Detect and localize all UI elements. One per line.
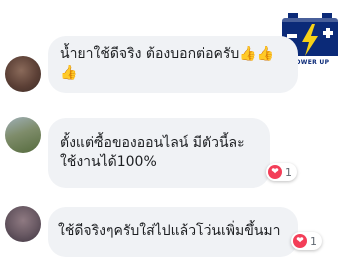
comment-bubble: น้ำยาใช้ดีจริง ต้องบอกต่อครับ👍👍👍 xyxy=(48,36,298,93)
comment-text: น้ำยาใช้ดีจริง ต้องบอกต่อครับ👍👍👍 xyxy=(60,46,275,81)
avatar[interactable] xyxy=(5,117,41,153)
comment-text: ตั้งแต่ซื้อของออนไลน์ มีตัวนี้ละใช้งานได… xyxy=(60,135,245,170)
comment-text: ใช้ดีจริงๆครับใส่ไปแล้วโว่นเพิ่มขึ้นมา xyxy=(58,223,281,239)
comment-bubble: ใช้ดีจริงๆครับใส่ไปแล้วโว่นเพิ่มขึ้นมา xyxy=(48,207,298,257)
heart-icon: ❤ xyxy=(268,165,282,179)
reaction-badge[interactable]: ❤ 1 xyxy=(291,232,322,250)
avatar[interactable] xyxy=(5,56,41,92)
reaction-badge[interactable]: ❤ 1 xyxy=(266,163,297,181)
reaction-count: 1 xyxy=(310,234,317,248)
heart-icon: ❤ xyxy=(293,234,307,248)
comment-bubble: ตั้งแต่ซื้อของออนไลน์ มีตัวนี้ละใช้งานได… xyxy=(48,118,270,188)
reaction-count: 1 xyxy=(285,165,292,179)
avatar[interactable] xyxy=(5,206,41,242)
